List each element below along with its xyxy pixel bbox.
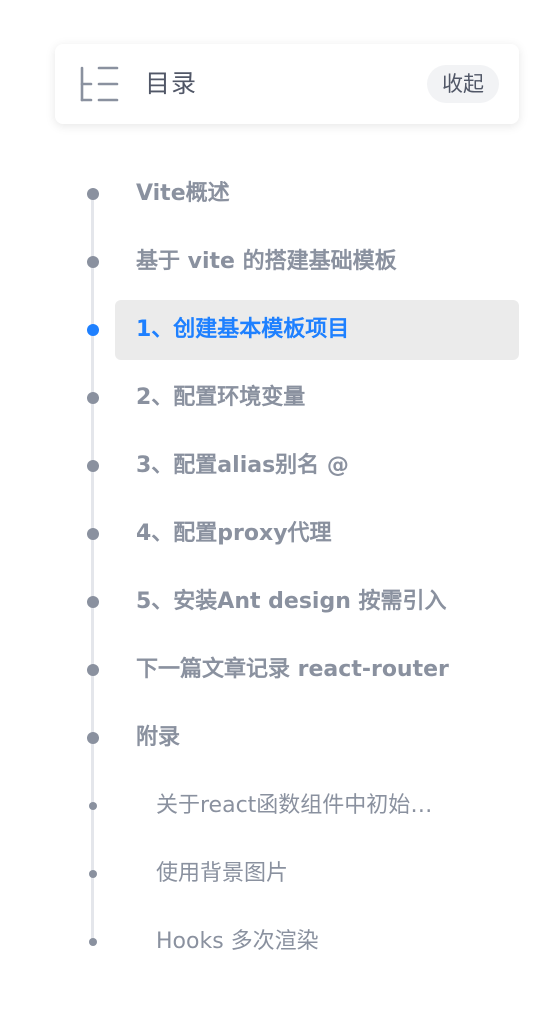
toc-item-label: 附录 [136,725,181,750]
toc-item-label: 关于react函数组件中初始化数据 [156,793,452,818]
bullet-dot-icon [87,256,99,268]
toc-item-label: 5、安装Ant design 按需引入 [136,589,447,614]
toc-item[interactable]: Vite概述 [0,164,550,224]
bullet-dot-icon [87,324,99,336]
bullet-dot-icon [87,188,99,200]
bullet-dot-icon [87,596,99,608]
toc-item-active[interactable]: 1、创建基本模板项目 [0,300,550,360]
bullet-dot-icon [89,802,97,810]
bullet-dot-icon [87,528,99,540]
toc-item[interactable]: 3、配置alias别名 @ [0,436,550,496]
toc-item-label: 1、创建基本模板项目 [136,317,350,342]
toc-item-label: 3、配置alias别名 @ [136,453,349,478]
toc-item[interactable]: 下一篇文章记录 react-router [0,640,550,700]
bullet-dot-icon [89,870,97,878]
toc-item[interactable]: 2、配置环境变量 [0,368,550,428]
bullet-dot-icon [89,938,97,946]
toc-item[interactable]: 关于react函数组件中初始化数据 [0,776,550,836]
bullet-dot-icon [87,460,99,472]
toc-item-label: 使用背景图片 [156,861,289,886]
toc-item-label: 4、配置proxy代理 [136,521,332,546]
toc-title: 目录 [145,69,198,98]
toc-item-label: 下一篇文章记录 react-router [136,657,449,682]
toc-item[interactable]: 基于 vite 的搭建基础模板 [0,232,550,292]
toc-item[interactable]: 5、安装Ant design 按需引入 [0,572,550,632]
toc-header: 目录 收起 [55,44,519,124]
toc-item-label: 基于 vite 的搭建基础模板 [136,249,397,274]
bullet-dot-icon [87,664,99,676]
toc-item[interactable]: 使用背景图片 [0,844,550,904]
toc-item[interactable]: Hooks 多次渲染 [0,912,550,972]
collapse-button[interactable]: 收起 [427,65,499,103]
toc-item[interactable]: 4、配置proxy代理 [0,504,550,564]
bullet-dot-icon [87,732,99,744]
toc-item[interactable]: 附录 [0,708,550,768]
bullet-dot-icon [87,392,99,404]
toc-item-label: 2、配置环境变量 [136,385,306,410]
outline-list-icon [79,65,119,103]
toc-item-label: Hooks 多次渲染 [156,929,319,954]
toc-item-label: Vite概述 [136,181,230,206]
